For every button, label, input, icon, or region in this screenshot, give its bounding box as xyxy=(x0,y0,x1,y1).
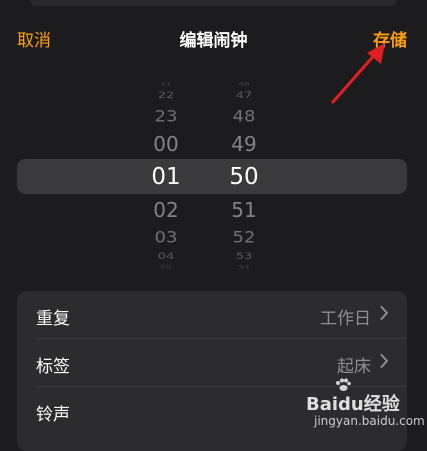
hour-option[interactable]: 03 xyxy=(136,229,196,246)
minute-option[interactable]: 46 xyxy=(214,82,274,87)
minute-option[interactable]: 51 xyxy=(214,200,274,220)
minute-option[interactable]: 47 xyxy=(214,91,274,100)
hour-option[interactable]: 22 xyxy=(136,91,196,100)
sound-label: 铃声 xyxy=(36,405,70,425)
minute-option[interactable]: 52 xyxy=(214,229,274,246)
minute-option[interactable]: 54 xyxy=(214,265,274,270)
hour-wheel[interactable]: 21 22 23 00 01 02 03 04 05 xyxy=(136,80,196,270)
minute-wheel[interactable]: 46 47 48 49 50 51 52 53 54 xyxy=(214,80,274,270)
hour-option[interactable]: 00 xyxy=(136,134,196,154)
watermark-url: jingyan.baidu.com xyxy=(314,414,425,428)
hour-option[interactable]: 02 xyxy=(136,200,196,220)
minute-option[interactable]: 48 xyxy=(214,108,274,125)
repeat-value: 工作日 xyxy=(320,309,371,329)
selected-hour-option[interactable]: 01 xyxy=(136,166,196,189)
chevron-right-icon xyxy=(380,354,388,368)
hour-option[interactable]: 23 xyxy=(136,108,196,125)
minute-option[interactable]: 53 xyxy=(214,252,274,261)
hour-option[interactable]: 04 xyxy=(136,252,196,261)
hour-option[interactable]: 21 xyxy=(136,82,196,87)
label-label: 标签 xyxy=(36,357,70,377)
hour-option[interactable]: 05 xyxy=(136,265,196,270)
repeat-label: 重复 xyxy=(36,309,70,329)
baidu-watermark: Baidu经验 jingyan.baidu.com xyxy=(306,378,425,434)
repeat-row[interactable]: 重复 工作日 xyxy=(17,291,407,337)
top-sheet-handle xyxy=(30,0,397,6)
selected-minute-option[interactable]: 50 xyxy=(214,166,274,189)
time-picker[interactable]: 21 22 23 00 01 02 03 04 05 46 47 48 49 50 51 52 53 54 xyxy=(0,80,427,270)
watermark-text: Baidu经验 xyxy=(306,394,400,415)
minute-option[interactable]: 49 xyxy=(214,134,274,154)
label-value: 起床 xyxy=(337,357,371,377)
picker-selection-band xyxy=(17,159,407,194)
chevron-right-icon xyxy=(380,306,388,320)
